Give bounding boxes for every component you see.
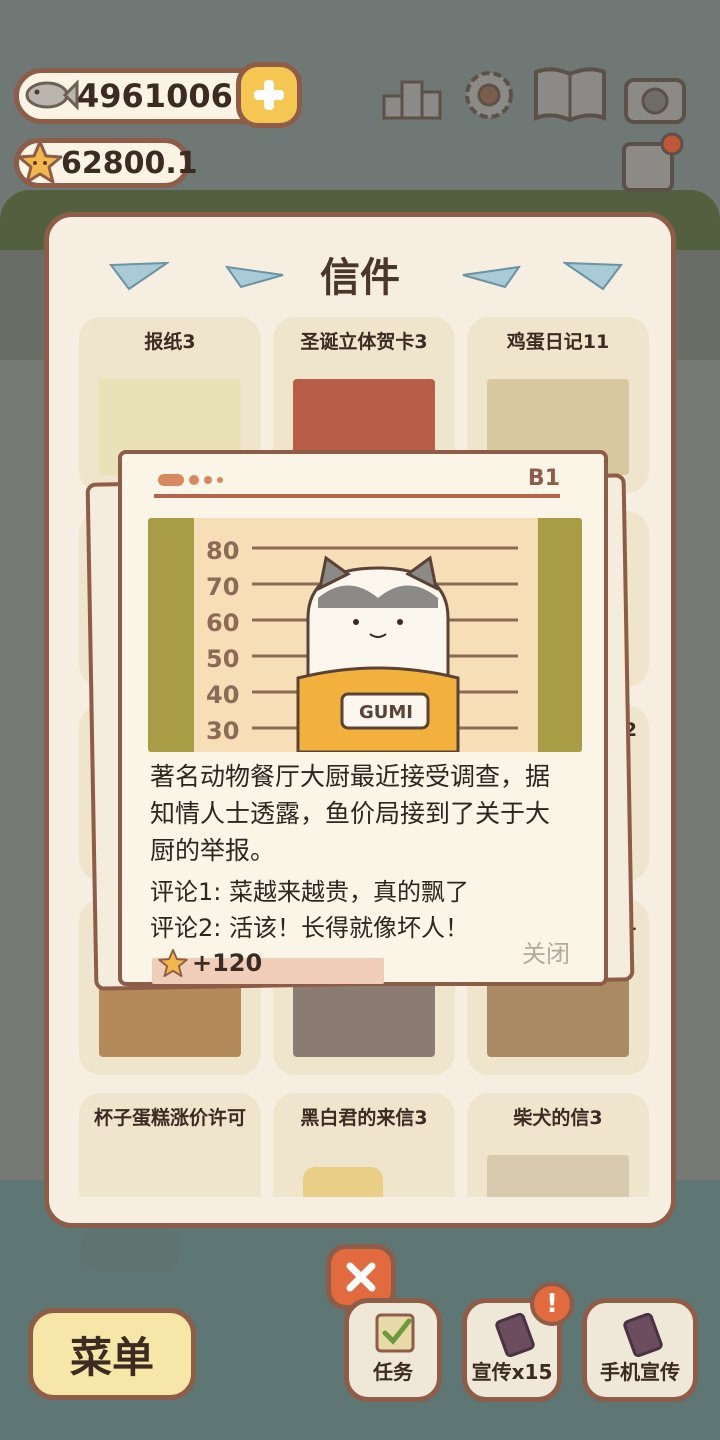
tasks-label: 任务 — [373, 1360, 413, 1384]
height-mark: 70 — [206, 573, 240, 601]
book-icon[interactable] — [532, 62, 608, 128]
height-mark: 80 — [206, 537, 240, 565]
comment-1: 评论1: 菜越来越贵，真的飘了 — [150, 878, 469, 906]
tasks-button[interactable]: 任务 — [344, 1298, 442, 1402]
gear-icon[interactable] — [456, 62, 522, 128]
newspaper-divider — [154, 494, 560, 498]
paper-plane-icon — [563, 261, 623, 291]
star-icon — [158, 948, 188, 978]
camera-icon[interactable] — [622, 66, 688, 132]
reward-row: +120 — [158, 948, 262, 978]
close-newspaper-button[interactable]: 关闭 — [522, 934, 570, 969]
letter-card[interactable]: 杯子蛋糕涨价许可 — [79, 1093, 261, 1197]
letter-card-label: 柴犬的信3 — [513, 1107, 603, 1129]
letter-card-label: 杯子蛋糕涨价许可 — [93, 1107, 246, 1129]
letter-card-label: 报纸3 — [144, 331, 196, 353]
page-number: B1 — [527, 466, 560, 491]
cup-thumbnail — [303, 1167, 383, 1197]
letter-card[interactable]: 黑白君的来信3 — [273, 1093, 455, 1197]
phone-icon — [623, 1313, 663, 1357]
close-icon — [346, 1262, 376, 1292]
height-mark: 50 — [206, 645, 240, 673]
letter-card-label: 圣诞立体贺卡3 — [300, 331, 428, 353]
leaderboard-icon[interactable] — [380, 64, 446, 130]
plus-icon — [254, 80, 284, 110]
star-icon — [17, 140, 63, 184]
name-plate: GUMI — [359, 702, 413, 723]
fish-icon — [25, 79, 79, 111]
mailbox-icon[interactable] — [620, 132, 686, 198]
article-text: 著名动物餐厅大厨最近接受调查，据 知情人士透露，鱼价局接到了关于大 厨的举报。 — [150, 758, 586, 869]
alert-badge: ! — [530, 1282, 574, 1326]
article-line: 著名动物餐厅大厨最近接受调查，据 — [150, 762, 551, 791]
mugshot-photo: 80 70 60 50 40 30 GUMI — [148, 518, 582, 752]
height-mark: 40 — [206, 681, 240, 709]
add-fish-button[interactable] — [236, 62, 302, 128]
article-line: 厨的举报。 — [150, 836, 276, 865]
promote-label: 宣传x15 — [471, 1360, 553, 1384]
newspaper-popup: B1 80 70 60 50 40 30 GUMI 著名动物餐厅大厨最近接受调查… — [118, 450, 608, 986]
letter-card-label: 黑白君的来信3 — [300, 1107, 428, 1129]
star-amount: 62800.1 — [61, 145, 198, 181]
checklist-icon — [375, 1313, 415, 1353]
letter-card[interactable]: 柴犬的信3 — [467, 1093, 649, 1197]
star-currency-bar: 62800.1 — [14, 138, 198, 188]
letter-card-label: 鸡蛋日记11 — [506, 331, 610, 353]
height-mark: 60 — [206, 609, 240, 637]
newspaper-header-mark — [158, 474, 223, 486]
paper-plane-icon — [462, 265, 521, 289]
reward-amount: +120 — [192, 949, 263, 977]
phone-icon — [495, 1313, 535, 1357]
letter-thumbnail — [487, 1155, 629, 1197]
phone-promote-button[interactable]: 手机宣传 — [582, 1298, 698, 1402]
comment-2: 评论2: 活该！长得就像坏人！ — [150, 914, 469, 942]
phone-promote-label: 手机宣传 — [600, 1360, 680, 1384]
height-mark: 30 — [206, 717, 240, 745]
height-chart-marks: 80 70 60 50 40 30 — [206, 536, 239, 746]
article-line: 知情人士透露，鱼价局接到了关于大 — [150, 799, 551, 828]
menu-button[interactable]: 菜单 — [28, 1308, 196, 1400]
fish-amount: 4961006 — [77, 77, 233, 115]
